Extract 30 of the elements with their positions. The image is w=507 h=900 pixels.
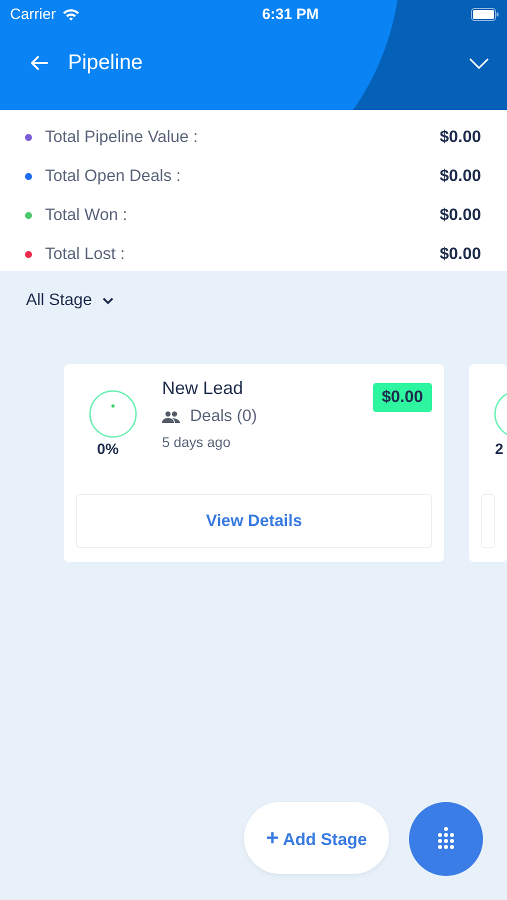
screen-title: Pipeline [68, 51, 143, 75]
amount-tag: $0.00 [372, 383, 432, 412]
summary-value: $0.00 [440, 245, 481, 264]
view-details-button[interactable]: View Details [76, 494, 432, 548]
stage-filter-dropdown[interactable]: All Stage [26, 291, 114, 310]
wifi-icon [62, 8, 80, 20]
summary-value: $0.00 [440, 128, 481, 147]
progress-percent: 0% [97, 441, 119, 458]
battery-icon [470, 8, 499, 20]
summary-label: Total Lost : [45, 245, 125, 264]
summary-label: Total Pipeline Value : [45, 128, 198, 147]
summary-value: $0.00 [440, 206, 481, 225]
carrier-label: Carrier [10, 6, 56, 22]
progress-ring [88, 389, 138, 439]
back-button[interactable] [30, 55, 48, 71]
stage-name: New Lead [162, 378, 244, 399]
progress-percent: 2 [495, 441, 504, 458]
add-stage-button[interactable]: + Add Stage [244, 802, 389, 874]
chevron-down-icon [102, 296, 114, 304]
time-ago: 5 days ago [162, 434, 232, 450]
deals-count: Deals (0) [190, 407, 257, 426]
summary-label: Total Won : [45, 206, 128, 225]
back-arrow-icon [30, 55, 48, 71]
dots-grid-icon [436, 827, 456, 851]
dropdown-button[interactable] [469, 58, 489, 68]
summary-label: Total Open Deals : [45, 167, 181, 186]
clock-time: 6:31 PM [261, 6, 319, 22]
summary-value: $0.00 [440, 167, 481, 186]
people-icon [162, 410, 180, 422]
chevron-down-icon [469, 58, 489, 68]
